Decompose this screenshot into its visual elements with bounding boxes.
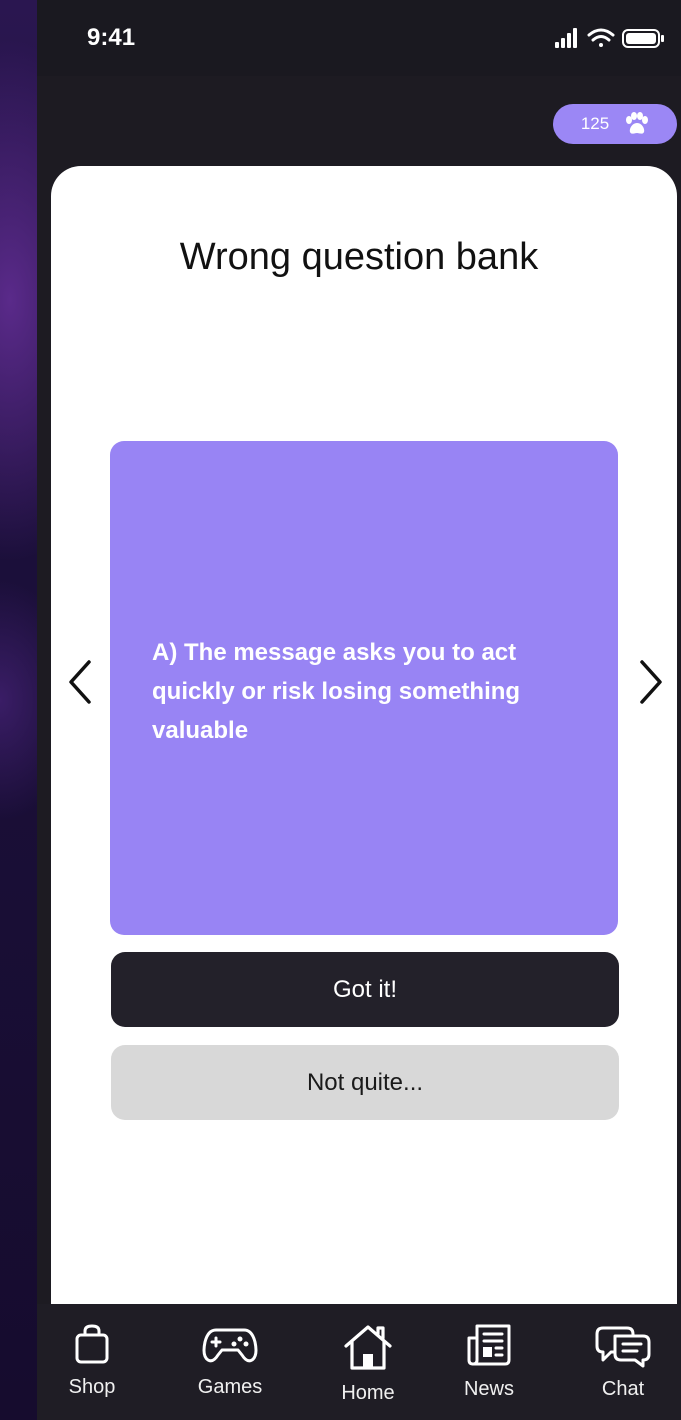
wifi-icon (587, 28, 615, 47)
coin-count: 125 (580, 114, 610, 133)
previous-arrow-icon[interactable] (61, 658, 101, 706)
tab-label-home: Home (341, 1382, 395, 1404)
tab-home[interactable]: Home (313, 1322, 423, 1414)
home-icon (344, 1325, 392, 1370)
battery-icon (622, 29, 664, 48)
got-it-button[interactable]: Got it! (111, 952, 619, 1027)
answer-card[interactable]: A) The message asks you to act quickly o… (110, 441, 618, 935)
shopping-bag-icon (75, 1324, 109, 1364)
gamepad-icon (202, 1328, 258, 1363)
tab-label-games: Games (197, 1376, 263, 1398)
status-bar: 9:41 (37, 0, 681, 76)
tab-shop[interactable]: Shop (37, 1322, 147, 1414)
tab-games[interactable]: Games (175, 1322, 285, 1414)
tab-label-news: News (463, 1378, 514, 1400)
bottom-tab-bar: Shop Games Home News Chat (37, 1304, 681, 1420)
chat-icon (595, 1326, 651, 1368)
signal-icon (555, 28, 577, 48)
next-arrow-icon[interactable] (630, 658, 670, 706)
phone-screen: 9:41 125 Wrong question bank A) The mess… (37, 0, 681, 1420)
status-time: 9:41 (87, 24, 136, 51)
not-quite-button[interactable]: Not quite... (111, 1045, 619, 1120)
tab-label-chat: Chat (601, 1378, 645, 1400)
coin-balance-badge[interactable]: 125 (553, 104, 677, 144)
tab-chat[interactable]: Chat (568, 1322, 678, 1414)
tab-news[interactable]: News (434, 1322, 544, 1414)
newspaper-icon (467, 1324, 511, 1366)
tab-label-shop: Shop (68, 1376, 116, 1398)
answer-text: A) The message asks you to act quickly o… (152, 639, 521, 744)
page-title: Wrong question bank (179, 236, 539, 278)
paw-icon (626, 112, 649, 134)
status-icons (555, 28, 664, 48)
